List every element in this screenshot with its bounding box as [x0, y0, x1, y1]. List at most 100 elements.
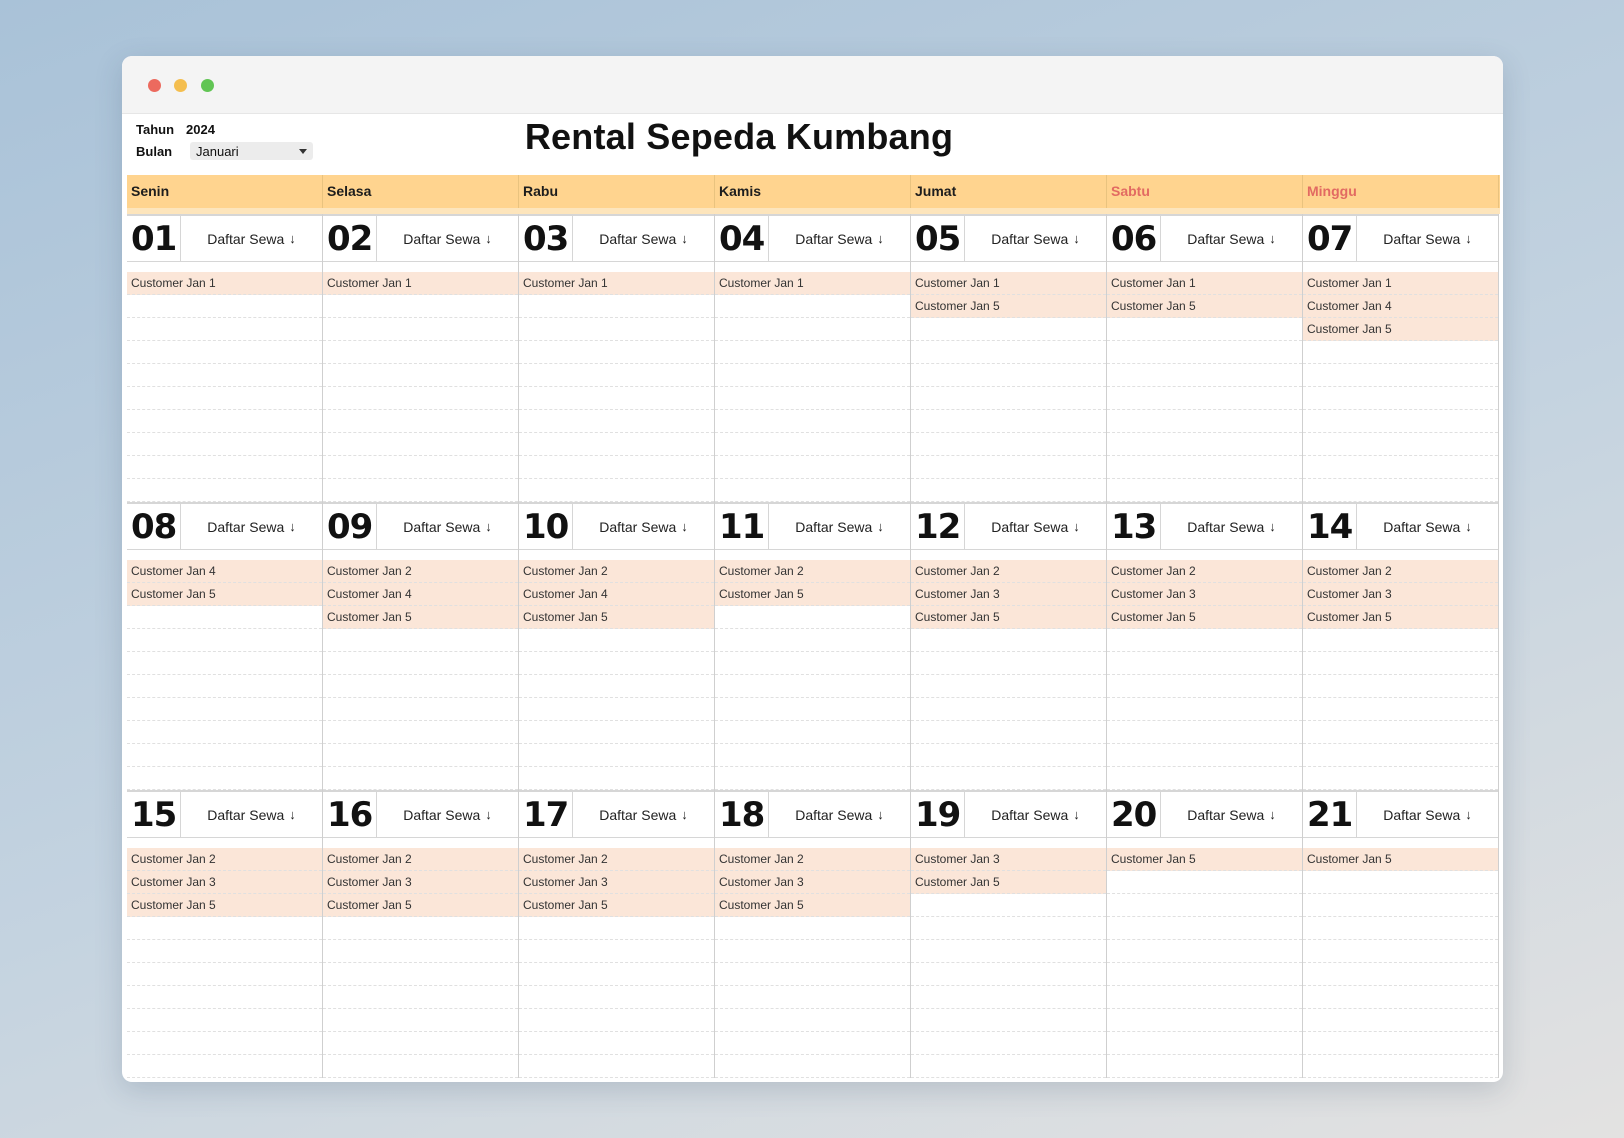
minimize-window-button[interactable]: [174, 79, 187, 92]
empty-slot: [1107, 698, 1302, 721]
booking-entry[interactable]: Customer Jan 1: [715, 272, 910, 295]
empty-slot: [1303, 456, 1498, 479]
empty-slot: [127, 675, 322, 698]
day-cell: 17 Daftar Sewa ↓ Customer Jan 2 Customer Jan…: [519, 790, 715, 1078]
daftar-sewa-button[interactable]: Daftar Sewa ↓: [1357, 504, 1498, 549]
booking-entry[interactable]: Customer Jan 5: [127, 894, 322, 917]
booking-entry[interactable]: Customer Jan 1: [323, 272, 518, 295]
arrow-down-icon: ↓: [1465, 807, 1472, 822]
daftar-sewa-button[interactable]: Daftar Sewa ↓: [377, 216, 518, 261]
booking-entry[interactable]: Customer Jan 2: [911, 560, 1106, 583]
booking-entry[interactable]: Customer Jan 5: [1303, 606, 1498, 629]
booking-entry[interactable]: Customer Jan 5: [911, 295, 1106, 318]
booking-entry[interactable]: Customer Jan 4: [323, 583, 518, 606]
booking-list: Customer Jan 1: [519, 272, 714, 502]
empty-slot: [715, 917, 910, 940]
daftar-sewa-label: Daftar Sewa: [1187, 518, 1265, 535]
booking-entry[interactable]: Customer Jan 3: [1107, 583, 1302, 606]
daftar-sewa-button[interactable]: Daftar Sewa ↓: [1161, 216, 1302, 261]
day-cell: 16 Daftar Sewa ↓ Customer Jan 2 Customer Jan…: [323, 790, 519, 1078]
weekday-header-jumat: Jumat: [911, 175, 1107, 208]
booking-entry[interactable]: Customer Jan 5: [127, 583, 322, 606]
booking-entry[interactable]: Customer Jan 5: [1107, 295, 1302, 318]
booking-entry[interactable]: Customer Jan 5: [323, 606, 518, 629]
weekday-header-minggu: Minggu: [1303, 175, 1499, 208]
daftar-sewa-button[interactable]: Daftar Sewa ↓: [769, 792, 910, 837]
booking-entry[interactable]: Customer Jan 5: [519, 894, 714, 917]
booking-entry[interactable]: Customer Jan 2: [323, 848, 518, 871]
daftar-sewa-button[interactable]: Daftar Sewa ↓: [181, 792, 322, 837]
booking-entry[interactable]: Customer Jan 3: [1303, 583, 1498, 606]
booking-entry[interactable]: Customer Jan 5: [911, 871, 1106, 894]
day-header: 17 Daftar Sewa ↓: [519, 790, 714, 838]
booking-entry[interactable]: Customer Jan 2: [1107, 560, 1302, 583]
booking-entry[interactable]: Customer Jan 1: [1107, 272, 1302, 295]
booking-entry[interactable]: Customer Jan 4: [519, 583, 714, 606]
booking-list: Customer Jan 2 Customer Jan 3 Customer Jan…: [1303, 560, 1498, 790]
booking-entry[interactable]: Customer Jan 5: [519, 606, 714, 629]
booking-entry[interactable]: Customer Jan 4: [1303, 295, 1498, 318]
empty-slot: [715, 410, 910, 433]
daftar-sewa-button[interactable]: Daftar Sewa ↓: [1357, 216, 1498, 261]
booking-entry[interactable]: Customer Jan 3: [519, 871, 714, 894]
daftar-sewa-button[interactable]: Daftar Sewa ↓: [769, 504, 910, 549]
daftar-sewa-button[interactable]: Daftar Sewa ↓: [1161, 504, 1302, 549]
day-cell: 08 Daftar Sewa ↓ Customer Jan 4 Customer Jan…: [127, 502, 323, 790]
booking-entry[interactable]: Customer Jan 2: [323, 560, 518, 583]
booking-entry[interactable]: Customer Jan 2: [1303, 560, 1498, 583]
daftar-sewa-button[interactable]: Daftar Sewa ↓: [377, 792, 518, 837]
booking-entry[interactable]: Customer Jan 1: [519, 272, 714, 295]
booking-entry[interactable]: Customer Jan 5: [911, 606, 1106, 629]
booking-entry[interactable]: Customer Jan 2: [715, 560, 910, 583]
booking-entry[interactable]: Customer Jan 1: [911, 272, 1106, 295]
daftar-sewa-button[interactable]: Daftar Sewa ↓: [573, 216, 714, 261]
empty-slot: [715, 606, 910, 629]
booking-entry[interactable]: Customer Jan 1: [127, 272, 322, 295]
empty-slot: [519, 1032, 714, 1055]
daftar-sewa-button[interactable]: Daftar Sewa ↓: [965, 792, 1106, 837]
empty-slot: [1303, 1032, 1498, 1055]
booking-entry[interactable]: Customer Jan 3: [127, 871, 322, 894]
daftar-sewa-button[interactable]: Daftar Sewa ↓: [573, 504, 714, 549]
booking-entry[interactable]: Customer Jan 3: [715, 871, 910, 894]
empty-slot: [1107, 652, 1302, 675]
daftar-sewa-button[interactable]: Daftar Sewa ↓: [1357, 792, 1498, 837]
day-number: 08: [127, 504, 181, 549]
empty-slot: [127, 364, 322, 387]
booking-entry[interactable]: Customer Jan 5: [1107, 606, 1302, 629]
daftar-sewa-button[interactable]: Daftar Sewa ↓: [965, 504, 1106, 549]
daftar-sewa-button[interactable]: Daftar Sewa ↓: [573, 792, 714, 837]
empty-slot: [911, 318, 1106, 341]
booking-list: Customer Jan 2 Customer Jan 3 Customer Jan…: [323, 848, 518, 1078]
empty-slot: [715, 744, 910, 767]
daftar-sewa-button[interactable]: Daftar Sewa ↓: [181, 216, 322, 261]
booking-entry[interactable]: Customer Jan 3: [323, 871, 518, 894]
booking-entry[interactable]: Customer Jan 5: [1107, 848, 1302, 871]
daftar-sewa-button[interactable]: Daftar Sewa ↓: [1161, 792, 1302, 837]
booking-entry[interactable]: Customer Jan 1: [1303, 272, 1498, 295]
empty-slot: [127, 1032, 322, 1055]
day-cell: 11 Daftar Sewa ↓ Customer Jan 2 Customer Jan…: [715, 502, 911, 790]
booking-entry[interactable]: Customer Jan 2: [519, 848, 714, 871]
booking-entry[interactable]: Customer Jan 5: [1303, 848, 1498, 871]
booking-entry[interactable]: Customer Jan 5: [323, 894, 518, 917]
booking-entry[interactable]: Customer Jan 5: [715, 894, 910, 917]
empty-slot: [323, 744, 518, 767]
daftar-sewa-button[interactable]: Daftar Sewa ↓: [377, 504, 518, 549]
booking-entry[interactable]: Customer Jan 3: [911, 848, 1106, 871]
maximize-window-button[interactable]: [201, 79, 214, 92]
booking-entry[interactable]: Customer Jan 2: [127, 848, 322, 871]
booking-entry[interactable]: Customer Jan 4: [127, 560, 322, 583]
daftar-sewa-button[interactable]: Daftar Sewa ↓: [769, 216, 910, 261]
booking-entry[interactable]: Customer Jan 5: [1303, 318, 1498, 341]
daftar-sewa-button[interactable]: Daftar Sewa ↓: [965, 216, 1106, 261]
booking-entry[interactable]: Customer Jan 2: [715, 848, 910, 871]
empty-slot: [1303, 1055, 1498, 1078]
daftar-sewa-button[interactable]: Daftar Sewa ↓: [181, 504, 322, 549]
booking-entry[interactable]: Customer Jan 5: [715, 583, 910, 606]
booking-entry[interactable]: Customer Jan 3: [911, 583, 1106, 606]
day-header: 07 Daftar Sewa ↓: [1303, 214, 1498, 262]
booking-entry[interactable]: Customer Jan 2: [519, 560, 714, 583]
daftar-sewa-label: Daftar Sewa: [403, 806, 481, 823]
close-window-button[interactable]: [148, 79, 161, 92]
